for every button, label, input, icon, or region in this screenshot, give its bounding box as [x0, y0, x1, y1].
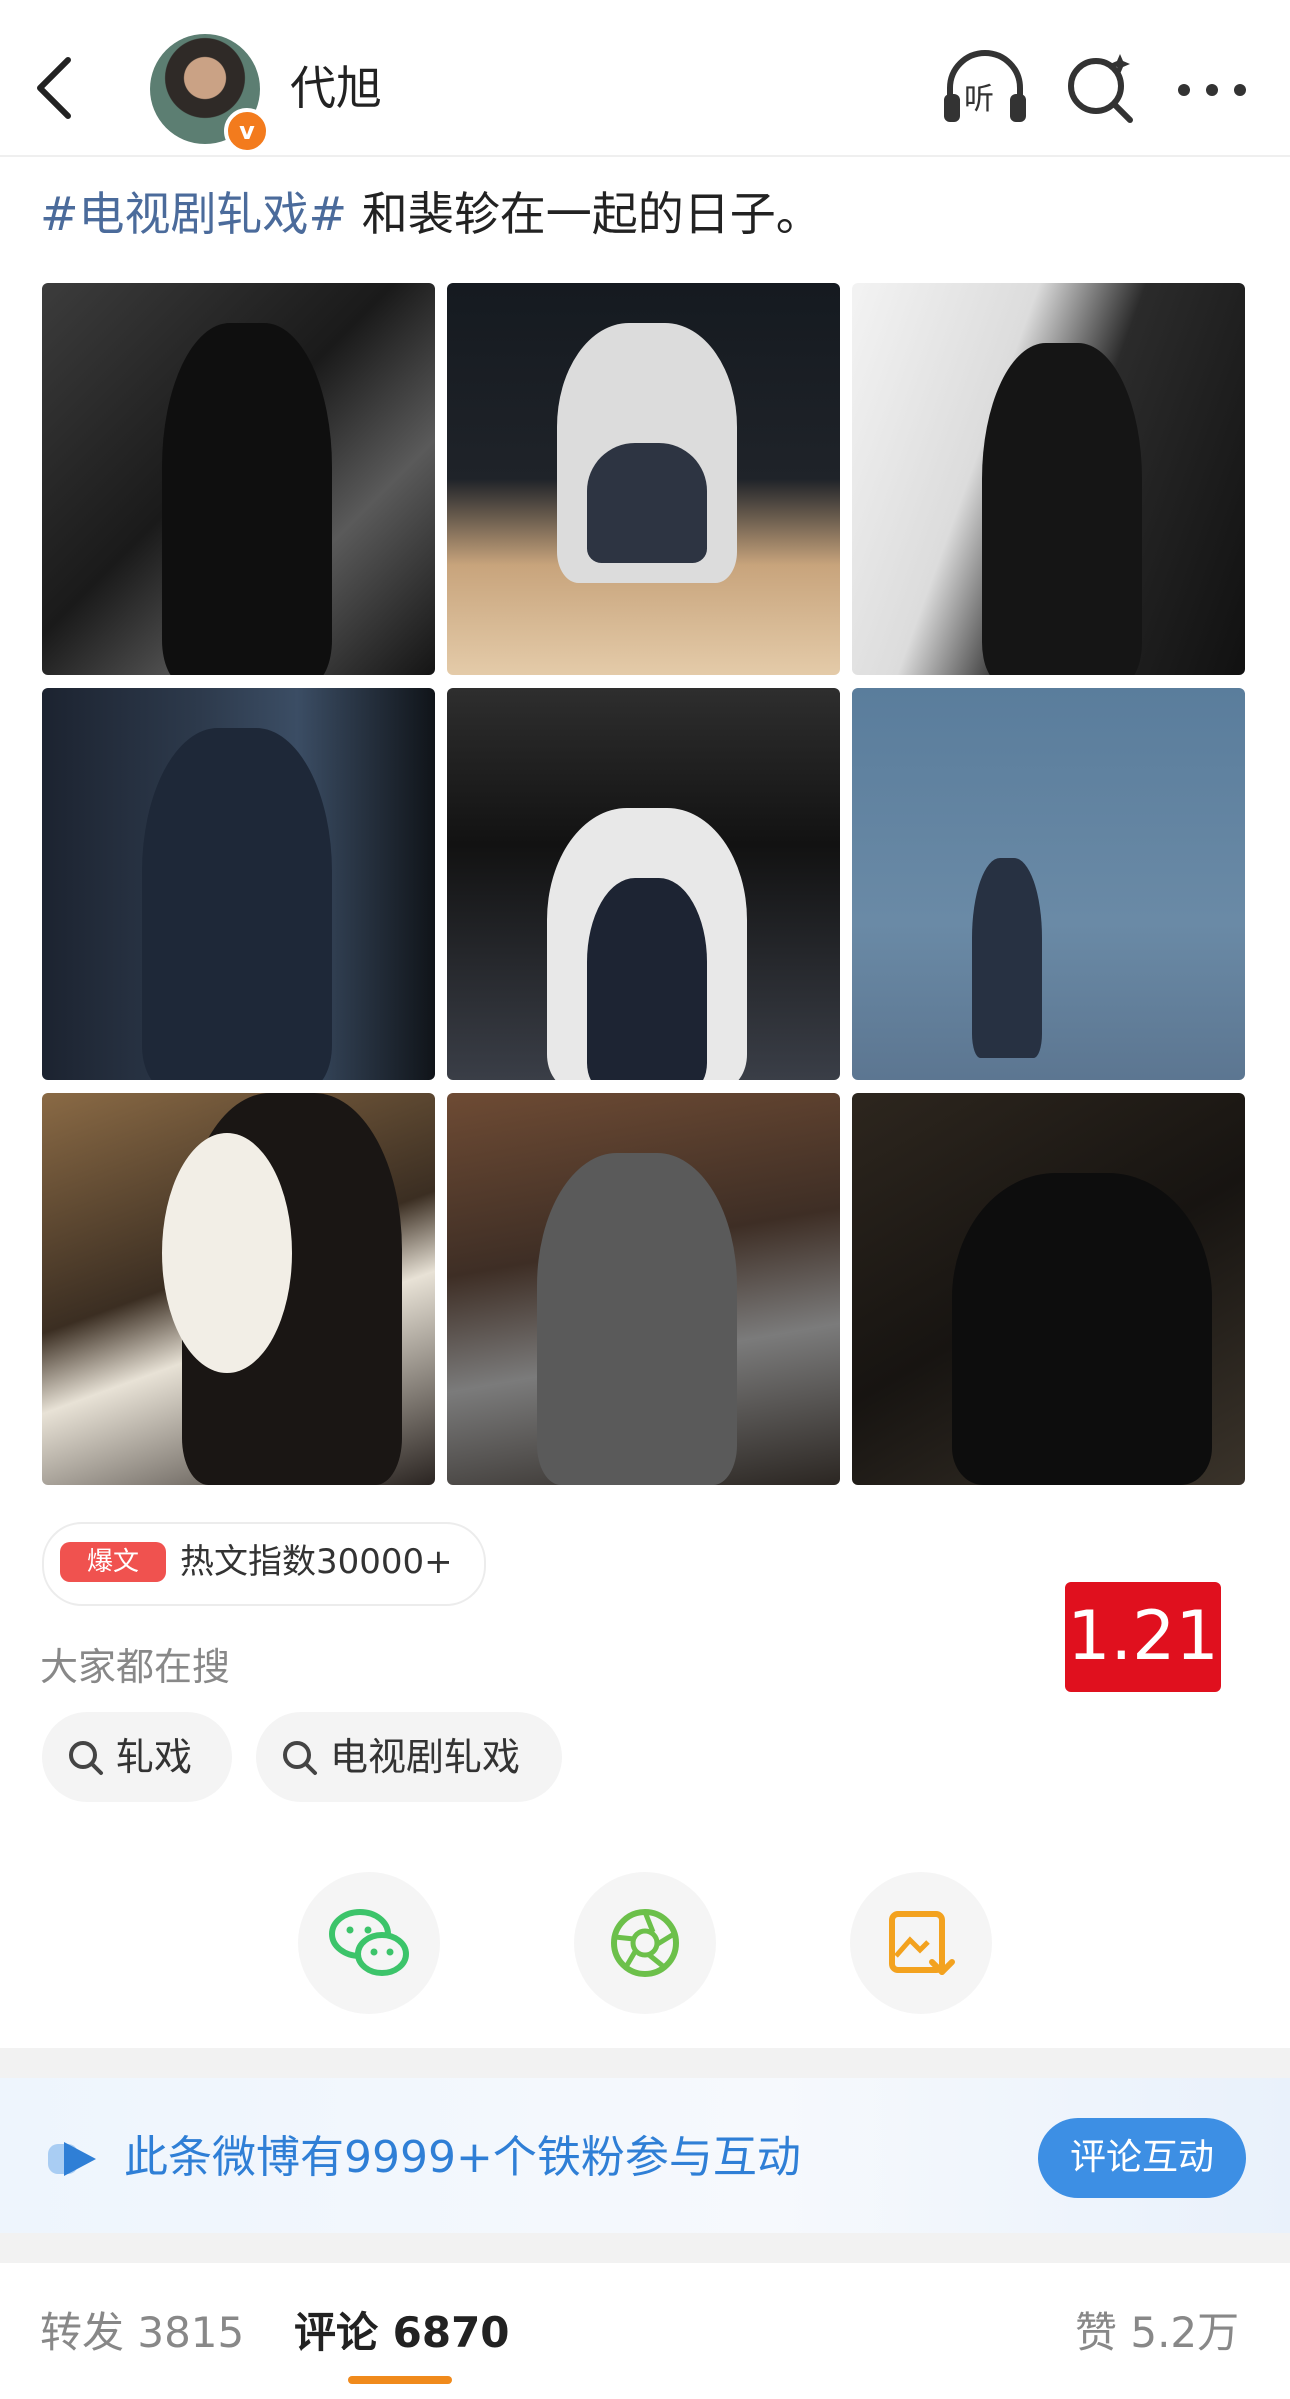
listen-label: 听: [964, 82, 994, 117]
save-image-button[interactable]: [850, 1872, 992, 2014]
search-chip-label: 电视剧轧戏: [330, 1735, 521, 1779]
photo-2[interactable]: [447, 283, 840, 675]
active-tab-indicator: [348, 2376, 452, 2384]
moments-aperture-icon: [611, 1909, 679, 1977]
post-text: #电视剧轧戏# 和裴轸在一起的日子。: [40, 182, 822, 246]
photo-9[interactable]: [852, 1093, 1245, 1485]
tab-comment[interactable]: 评论 6870: [294, 2298, 510, 2368]
topic-link[interactable]: #电视剧轧戏#: [40, 187, 347, 241]
verified-badge-icon: v: [224, 108, 270, 154]
fan-interaction-text: 此条微博有9999+个铁粉参与互动: [124, 2132, 801, 2183]
photo-5[interactable]: [447, 688, 840, 1080]
search-chip-1[interactable]: 轧戏: [42, 1712, 232, 1802]
photo-3[interactable]: [852, 283, 1245, 675]
search-icon: [283, 1741, 317, 1775]
username[interactable]: 代旭: [290, 56, 382, 120]
hot-index-text: 热文指数30000+: [180, 1542, 453, 1582]
photo-1[interactable]: [42, 283, 435, 675]
post-body-text: 和裴轸在一起的日子。: [347, 187, 822, 241]
tab-forward[interactable]: 转发 3815: [40, 2298, 244, 2368]
share-wechat-button[interactable]: [298, 1872, 440, 2014]
fan-badge-icon: [48, 2142, 96, 2176]
back-arrow-icon[interactable]: [28, 52, 84, 124]
date-stamp: 1.21: [1065, 1582, 1221, 1692]
hot-article-tag: 爆文: [60, 1542, 166, 1582]
more-options-icon[interactable]: [1172, 60, 1252, 120]
save-image-icon: [889, 1911, 955, 1975]
section-divider: [0, 2233, 1290, 2263]
search-chip-label: 轧戏: [116, 1735, 193, 1779]
tab-like[interactable]: 赞 5.2万: [1075, 2298, 1239, 2368]
comment-interact-button[interactable]: 评论互动: [1038, 2118, 1246, 2198]
photo-7[interactable]: [42, 1093, 435, 1485]
trending-search-label: 大家都在搜: [40, 1645, 231, 1689]
search-icon: [69, 1741, 103, 1775]
photo-6[interactable]: [852, 688, 1245, 1080]
search-icon[interactable]: [1062, 48, 1140, 126]
wechat-icon: [329, 1909, 409, 1976]
photo-4[interactable]: [42, 688, 435, 1080]
photo-8[interactable]: [447, 1093, 840, 1485]
section-divider: [0, 2048, 1290, 2078]
search-chip-2[interactable]: 电视剧轧戏: [256, 1712, 562, 1802]
share-moments-button[interactable]: [574, 1872, 716, 2014]
